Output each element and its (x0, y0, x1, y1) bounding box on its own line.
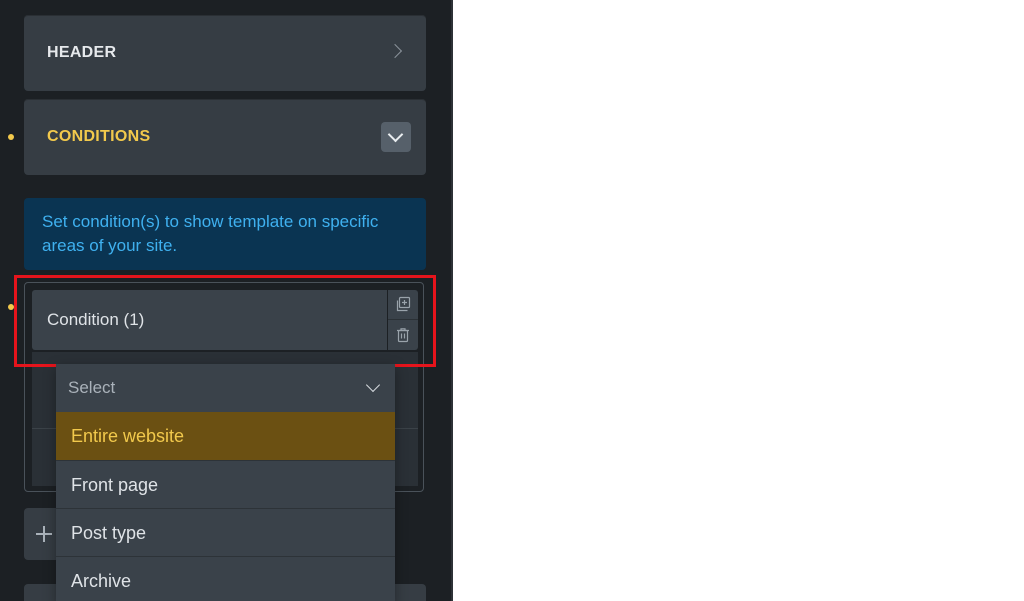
add-condition-button[interactable] (24, 508, 58, 560)
chevron-down-icon (387, 126, 404, 143)
option-entire-website[interactable]: Entire website (56, 412, 395, 460)
select-placeholder: Select (68, 378, 116, 397)
settings-panel: HEADER CONDITIONS Set condition(s) to sh… (0, 0, 451, 601)
modified-indicator-dot (8, 134, 14, 140)
section-header-title: HEADER (47, 44, 117, 61)
option-post-type[interactable]: Post type (56, 508, 395, 556)
select-control[interactable]: Select (56, 364, 395, 412)
chevron-right-icon (387, 43, 403, 59)
highlight-annotation-box (14, 275, 436, 367)
condition-select-dropdown[interactable]: Select Entire website Front page Post ty… (56, 364, 395, 601)
option-front-page[interactable]: Front page (56, 460, 395, 508)
canvas-area (453, 0, 1024, 601)
section-header[interactable]: HEADER (24, 15, 426, 91)
section-conditions[interactable]: CONDITIONS (24, 99, 426, 175)
collapse-toggle-button[interactable] (381, 122, 411, 152)
chevron-down-icon (365, 377, 381, 393)
conditions-info-notice: Set condition(s) to show template on spe… (24, 198, 426, 270)
section-conditions-title: CONDITIONS (47, 128, 151, 145)
option-archive[interactable]: Archive (56, 556, 395, 601)
